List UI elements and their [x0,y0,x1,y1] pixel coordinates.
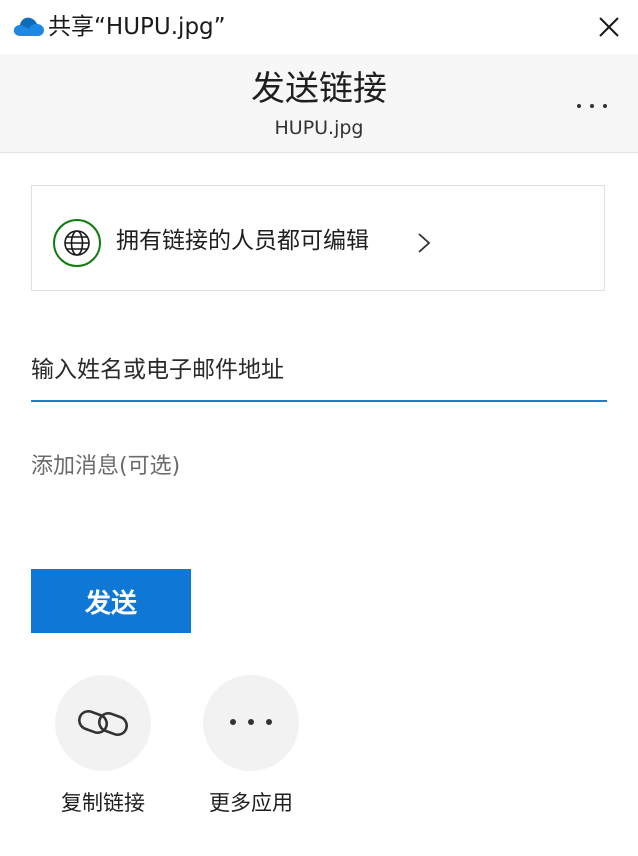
more-apps-circle [203,675,299,771]
chevron-right-icon [416,232,432,254]
link-icon [78,709,128,737]
send-button[interactable]: 发送 [31,569,191,633]
copy-link-button[interactable]: 复制链接 [33,675,173,825]
dialog-header: 发送链接 HUPU.jpg [0,54,638,153]
share-dialog: 共享“HUPU.jpg” 发送链接 HUPU.jpg 拥有链接的人员都可编辑 输… [0,0,638,856]
window-title: 共享“HUPU.jpg” [48,14,226,40]
page-title: 发送链接 [251,69,387,109]
file-name: HUPU.jpg [274,117,364,139]
title-bar: 共享“HUPU.jpg” [0,0,638,54]
message-input[interactable] [31,450,607,530]
link-permission-button[interactable]: 拥有链接的人员都可编辑 [31,185,605,291]
more-apps-icon [230,719,272,725]
globe-icon [52,218,102,268]
recipient-input[interactable] [31,350,607,402]
more-apps-button[interactable]: 更多应用 [181,675,321,825]
more-apps-label: 更多应用 [209,791,293,815]
copy-link-circle [55,675,151,771]
close-icon[interactable] [594,12,624,42]
copy-link-label: 复制链接 [61,791,145,815]
permission-label: 拥有链接的人员都可编辑 [116,228,369,254]
onedrive-cloud-icon [12,14,46,38]
more-options-icon[interactable] [574,92,610,116]
